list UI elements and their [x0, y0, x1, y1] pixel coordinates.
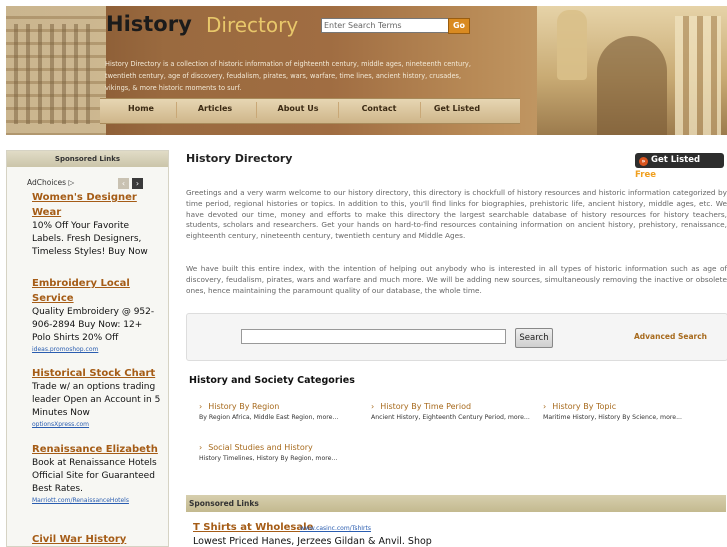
category-item: › History By Region By Region Africa, Mid… [199, 401, 364, 423]
advanced-search-link[interactable]: Advanced Search [634, 332, 707, 341]
ad-title-link[interactable]: Embroidery Local Service [32, 276, 162, 306]
nav-articles[interactable]: Articles [190, 98, 240, 122]
category-label[interactable]: Social Studies and History [208, 443, 313, 452]
main-nav: Home Articles About Us Contact Get Liste… [100, 98, 510, 122]
columns-image [675, 16, 721, 135]
ad-body: Book at Renaissance Hotels Official Site… [32, 458, 157, 494]
ad-url-link[interactable]: optionsXpress.com [32, 420, 162, 430]
sidebar-heading: Sponsored Links [7, 151, 168, 167]
category-label[interactable]: History By Time Period [380, 402, 471, 411]
ad-body: Trade w/ an options trading leader Open … [32, 382, 161, 418]
arrow-icon: » [639, 157, 648, 166]
category-label[interactable]: History By Region [208, 402, 279, 411]
nav-divider [256, 102, 257, 118]
category-subtext: Maritime History, History By Science, mo… [543, 414, 682, 421]
ad-url-link[interactable]: ideas.promoshop.com [32, 345, 162, 355]
search-panel: Search Advanced Search [186, 313, 727, 361]
category-item: › History By Topic Maritime History, Hist… [543, 401, 708, 423]
header-go-button[interactable]: Go [448, 18, 470, 34]
directory-search-input[interactable] [241, 329, 506, 344]
nav-home[interactable]: Home [116, 98, 166, 122]
sponsored-ad-url[interactable]: www.casinc.com/TshIrts [300, 525, 371, 532]
sidebar-ad: Historical Stock Chart Trade w/ an optio… [32, 366, 162, 430]
sponsored-links-heading: Sponsored Links [186, 495, 726, 512]
header-intro-text: History Directory is a collection of his… [105, 60, 471, 92]
category-item: › Social Studies and History History Time… [199, 442, 364, 464]
tower-columns-decoration [14, 24, 92, 124]
category-item: › History By Time Period Ancient History,… [371, 401, 531, 423]
ad-title-link[interactable]: Historical Stock Chart [32, 366, 162, 381]
site-title[interactable]: History [106, 12, 192, 36]
header-search-input[interactable]: Enter Search Terms [321, 18, 453, 33]
free-label: Free [635, 170, 656, 180]
ancient-ruins-image [537, 6, 727, 135]
nav-divider [176, 102, 177, 118]
get-listed-free-button[interactable]: » Get Listed Free [635, 153, 724, 180]
category-subtext: History Timelines, History By Region, mo… [199, 455, 338, 462]
ad-body: Quality Embroidery @ 952-906-2894 Buy No… [32, 307, 155, 343]
nav-get-listed[interactable]: Get Listed [430, 98, 484, 122]
ad-url-link[interactable]: Marriott.com/RenaissanceHotels [32, 496, 162, 506]
chevron-right-icon: › [543, 402, 547, 411]
ad-title-link[interactable]: Renaissance Elizabeth [32, 442, 162, 457]
statue-image [557, 10, 587, 80]
category-subtext: By Region Africa, Middle East Region, mo… [199, 414, 339, 421]
category-label[interactable]: History By Topic [552, 402, 616, 411]
site-subtitle[interactable]: Directory [206, 13, 298, 37]
sidebar-ad: Women's Designer Wear 10% Off Your Favor… [32, 190, 162, 259]
ad-prev-icon[interactable]: ‹ [118, 178, 129, 189]
nav-divider [338, 102, 339, 118]
categories-heading: History and Society Categories [189, 375, 355, 386]
ad-title-link[interactable]: Women's Designer Wear [32, 190, 162, 220]
arch-image [597, 36, 667, 135]
nav-contact[interactable]: Contact [353, 98, 405, 122]
about-paragraph: We have built this entire index, with th… [186, 264, 727, 295]
sponsored-links-label: Sponsored Links [189, 499, 259, 508]
sidebar-ad: Embroidery Local Service Quality Embroid… [32, 276, 162, 355]
nav-about-us[interactable]: About Us [270, 98, 326, 122]
sidebar-ad: Renaissance Elizabeth Book at Renaissanc… [32, 442, 162, 506]
chevron-right-icon: › [199, 443, 203, 452]
chevron-right-icon: › [371, 402, 375, 411]
category-link[interactable]: › History By Region [199, 401, 364, 413]
category-link[interactable]: › History By Time Period [371, 401, 531, 413]
category-link[interactable]: › History By Topic [543, 401, 708, 413]
nav-divider [420, 102, 421, 118]
category-subtext: Ancient History, Eighteenth Century Peri… [371, 414, 530, 421]
category-link[interactable]: › Social Studies and History [199, 442, 364, 454]
sponsored-ad-body: Lowest Priced Hanes, Jerzees Gildan & An… [193, 536, 432, 547]
ad-body: 10% Off Your Favorite Labels. Fresh Desi… [32, 221, 148, 257]
get-listed-label: Get Listed [651, 155, 701, 165]
sponsored-ad-title[interactable]: T Shirts at Wholesale [193, 522, 313, 533]
welcome-paragraph: Greetings and a very warm welcome to our… [186, 188, 727, 241]
search-button[interactable]: Search [515, 328, 553, 348]
ad-next-icon[interactable]: › [132, 178, 143, 189]
chevron-right-icon: › [199, 402, 203, 411]
page-title: History Directory [186, 152, 293, 165]
adchoices-label[interactable]: AdChoices ▷ [27, 178, 74, 187]
